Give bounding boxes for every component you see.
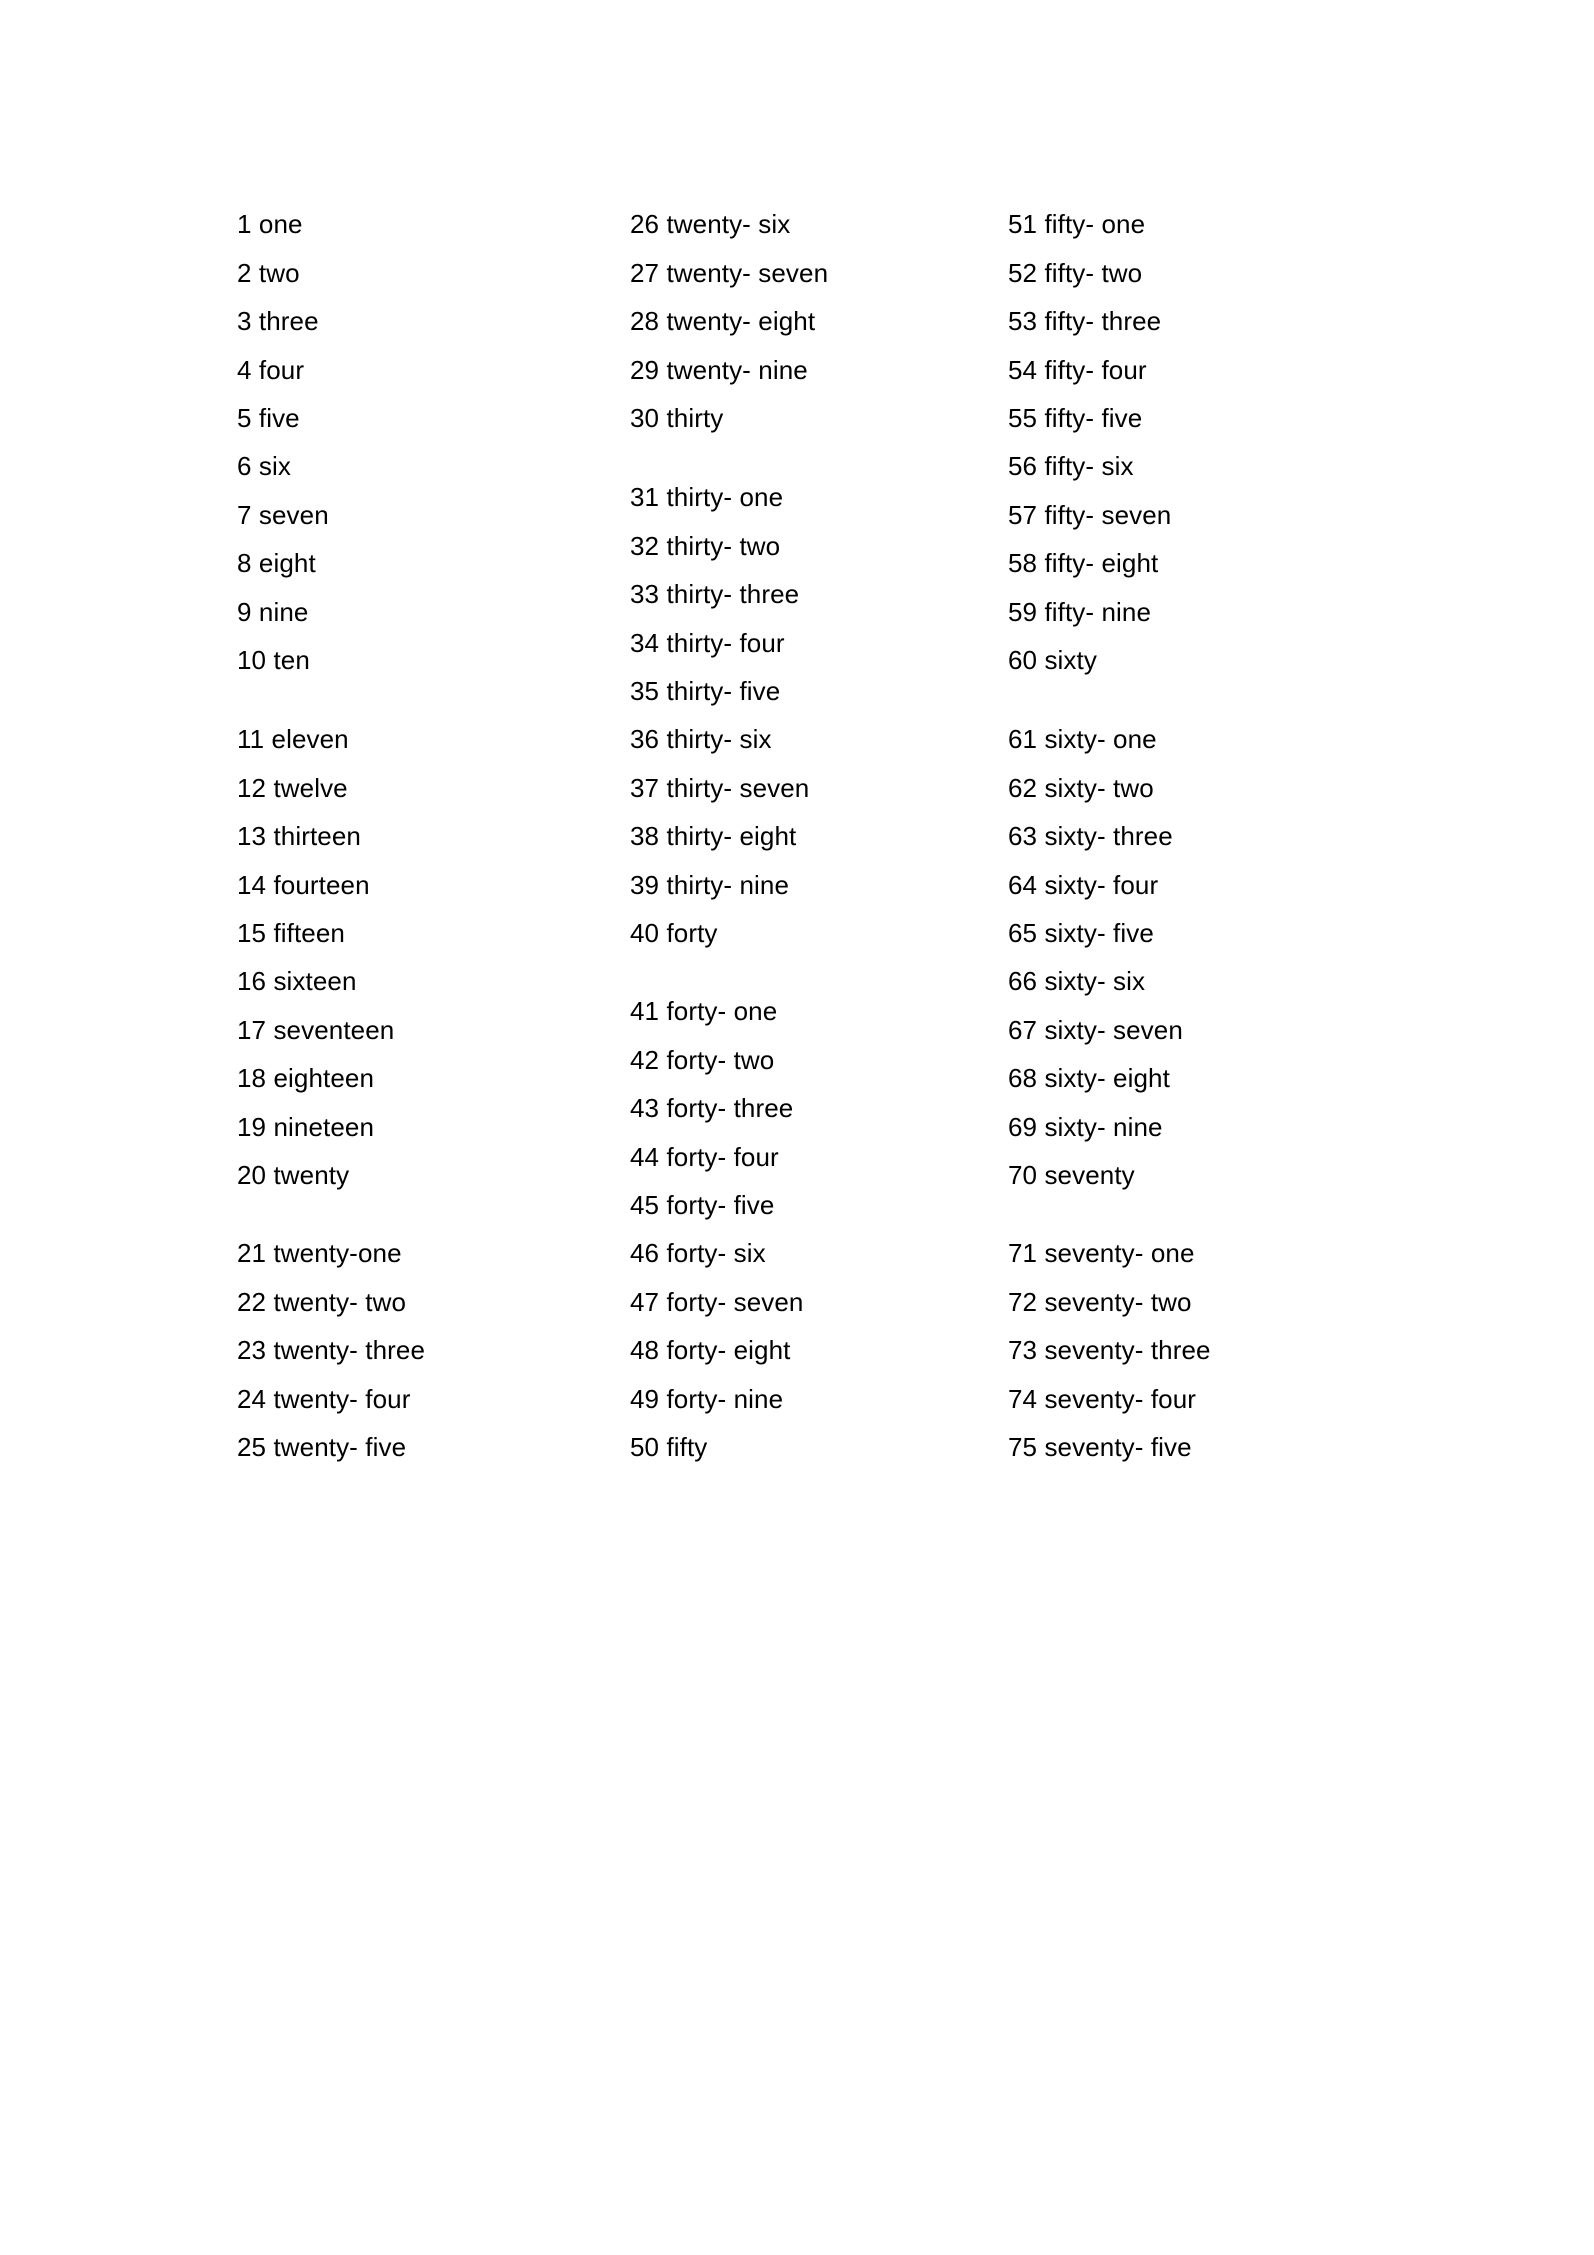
number-word-entry: 8 eight (237, 548, 316, 579)
number-word-entry: 61 sixty- one (1008, 724, 1157, 754)
number-word-entry: 4 four (237, 354, 305, 385)
number-word-entry: 22 twenty- two (237, 1286, 407, 1317)
number-word-entry: 40 forty (630, 918, 718, 949)
number-word-entry: 31 thirty- one (630, 482, 784, 512)
number-word-entry: 43 forty- three (630, 1093, 794, 1124)
number-word-entry: 64 sixty- four (1008, 869, 1159, 900)
number-word-entry: 10 ten (237, 645, 310, 676)
number-word-entry: 74 seventy- four (1008, 1383, 1197, 1414)
number-word-entry: 33 thirty- three (630, 579, 800, 610)
number-word-entry: 3 three (237, 306, 319, 337)
number-word-entry: 7 seven (237, 499, 329, 530)
block-36-40: 36 thirty- six 37 thirty- seven 38 thirty-… (630, 715, 809, 958)
number-word-entry: 25 twenty- five (237, 1432, 407, 1463)
number-word-entry: 35 thirty- five (630, 676, 781, 707)
number-word-entry: 46 forty- six (630, 1238, 766, 1268)
number-word-entry: 59 fifty- nine (1008, 596, 1152, 627)
number-word-entry: 37 thirty- seven (630, 772, 810, 803)
number-word-entry: 51 fifty- one (1008, 209, 1146, 239)
number-word-entry: 15 fifteen (237, 918, 345, 949)
number-word-entry: 54 fifty- four (1008, 354, 1147, 385)
number-word-entry: 75 seventy- five (1008, 1432, 1192, 1463)
number-word-entry: 12 twelve (237, 772, 348, 803)
block-71-75: 71 seventy- one 72 seventy- two 73 seventy… (1008, 1229, 1211, 1472)
number-word-entry: 45 forty- five (630, 1190, 775, 1221)
block-16-20: 16 sixteen 17 seventeen 18 eighteen 19 nine… (237, 957, 394, 1200)
number-word-list: 1 one 2 two 3 three 4 four 5 five 6 six 7 seve… (0, 0, 1594, 2255)
number-word-entry: 72 seventy- two (1008, 1286, 1192, 1317)
number-word-entry: 24 twenty- four (237, 1383, 411, 1414)
number-word-entry: 71 seventy- one (1008, 1238, 1195, 1268)
block-6-10: 6 six 7 seven 8 eight 9 nine 10 ten (237, 442, 329, 685)
number-word-entry: 52 fifty- two (1008, 257, 1143, 288)
number-word-entry: 57 fifty- seven (1008, 499, 1172, 530)
number-word-entry: 28 twenty- eight (630, 306, 816, 337)
number-word-entry: 44 forty- four (630, 1141, 779, 1172)
number-word-entry: 53 fifty- three (1008, 306, 1162, 337)
number-word-entry: 63 sixty- three (1008, 821, 1173, 852)
number-word-entry: 27 twenty- seven (630, 257, 829, 288)
number-word-entry: 21 twenty-one (237, 1238, 402, 1268)
number-word-entry: 1 one (237, 209, 303, 239)
number-word-entry: 32 thirty- two (630, 530, 781, 561)
number-word-entry: 23 twenty- three (237, 1335, 426, 1366)
number-word-entry: 18 eighteen (237, 1063, 375, 1094)
number-word-entry: 60 sixty (1008, 645, 1097, 676)
number-word-entry: 5 five (237, 403, 300, 434)
number-word-entry: 20 twenty (237, 1160, 350, 1191)
number-word-entry: 66 sixty- six (1008, 966, 1146, 996)
number-word-entry: 39 thirty- nine (630, 869, 790, 900)
number-word-entry: 73 seventy- three (1008, 1335, 1211, 1366)
number-word-entry: 68 sixty- eight (1008, 1063, 1170, 1094)
number-word-entry: 30 thirty (630, 403, 724, 434)
number-word-entry: 55 fifty- five (1008, 403, 1143, 434)
number-word-entry: 13 thirteen (237, 821, 361, 852)
number-word-entry: 9 nine (237, 596, 309, 627)
number-word-entry: 29 twenty- nine (630, 354, 808, 385)
number-word-entry: 49 forty- nine (630, 1383, 784, 1414)
number-word-entry: 41 forty- one (630, 996, 778, 1026)
block-1-5: 1 one 2 two 3 three 4 four 5 five (237, 200, 319, 443)
block-61-65: 61 sixty- one 62 sixty- two 63 sixty- thre… (1008, 715, 1173, 958)
number-word-entry: 42 forty- two (630, 1044, 775, 1075)
number-word-entry: 65 sixty- five (1008, 918, 1154, 949)
block-11-15: 11 eleven 12 twelve 13 thirteen 14 fourteen… (237, 715, 370, 958)
block-21-25: 21 twenty-one 22 twenty- two 23 twenty- th… (237, 1229, 425, 1472)
number-word-entry: 6 six (237, 451, 291, 481)
number-word-entry: 17 seventeen (237, 1014, 395, 1045)
number-word-entry: 38 thirty- eight (630, 821, 797, 852)
number-word-entry: 56 fifty- six (1008, 451, 1134, 481)
number-word-entry: 62 sixty- two (1008, 772, 1154, 803)
number-word-entry: 69 sixty- nine (1008, 1111, 1163, 1142)
number-word-entry: 14 fourteen (237, 869, 370, 900)
number-word-entry: 16 sixteen (237, 966, 357, 996)
number-word-entry: 47 forty- seven (630, 1286, 804, 1317)
number-word-entry: 67 sixty- seven (1008, 1014, 1183, 1045)
number-word-entry: 2 two (237, 257, 300, 288)
document-page: 1 one 2 two 3 three 4 four 5 five 6 six 7 seve… (0, 0, 1594, 2255)
block-41-45: 41 forty- one 42 forty- two 43 forty- thre… (630, 987, 793, 1230)
number-word-entry: 34 thirty- four (630, 627, 785, 658)
number-word-entry: 48 forty- eight (630, 1335, 791, 1366)
block-31-35: 31 thirty- one 32 thirty- two 33 thirty- t… (630, 473, 799, 716)
number-word-entry: 11 eleven (237, 724, 349, 754)
number-word-entry: 58 fifty- eight (1008, 548, 1159, 579)
number-word-entry: 36 thirty- six (630, 724, 772, 754)
block-26-30: 26 twenty- six 27 twenty- seven 28 twenty-… (630, 200, 828, 443)
number-word-entry: 70 seventy (1008, 1160, 1135, 1191)
number-word-entry: 26 twenty- six (630, 209, 791, 239)
block-66-70: 66 sixty- six 67 sixty- seven 68 sixty- ei… (1008, 957, 1183, 1200)
block-56-60: 56 fifty- six 57 fifty- seven 58 fifty- ei… (1008, 442, 1171, 685)
number-word-entry: 50 fifty (630, 1432, 708, 1463)
number-word-entry: 19 nineteen (237, 1111, 375, 1142)
block-51-55: 51 fifty- one 52 fifty- two 53 fifty- thre… (1008, 200, 1161, 443)
block-46-50: 46 forty- six 47 forty- seven 48 forty- ei… (630, 1229, 803, 1472)
